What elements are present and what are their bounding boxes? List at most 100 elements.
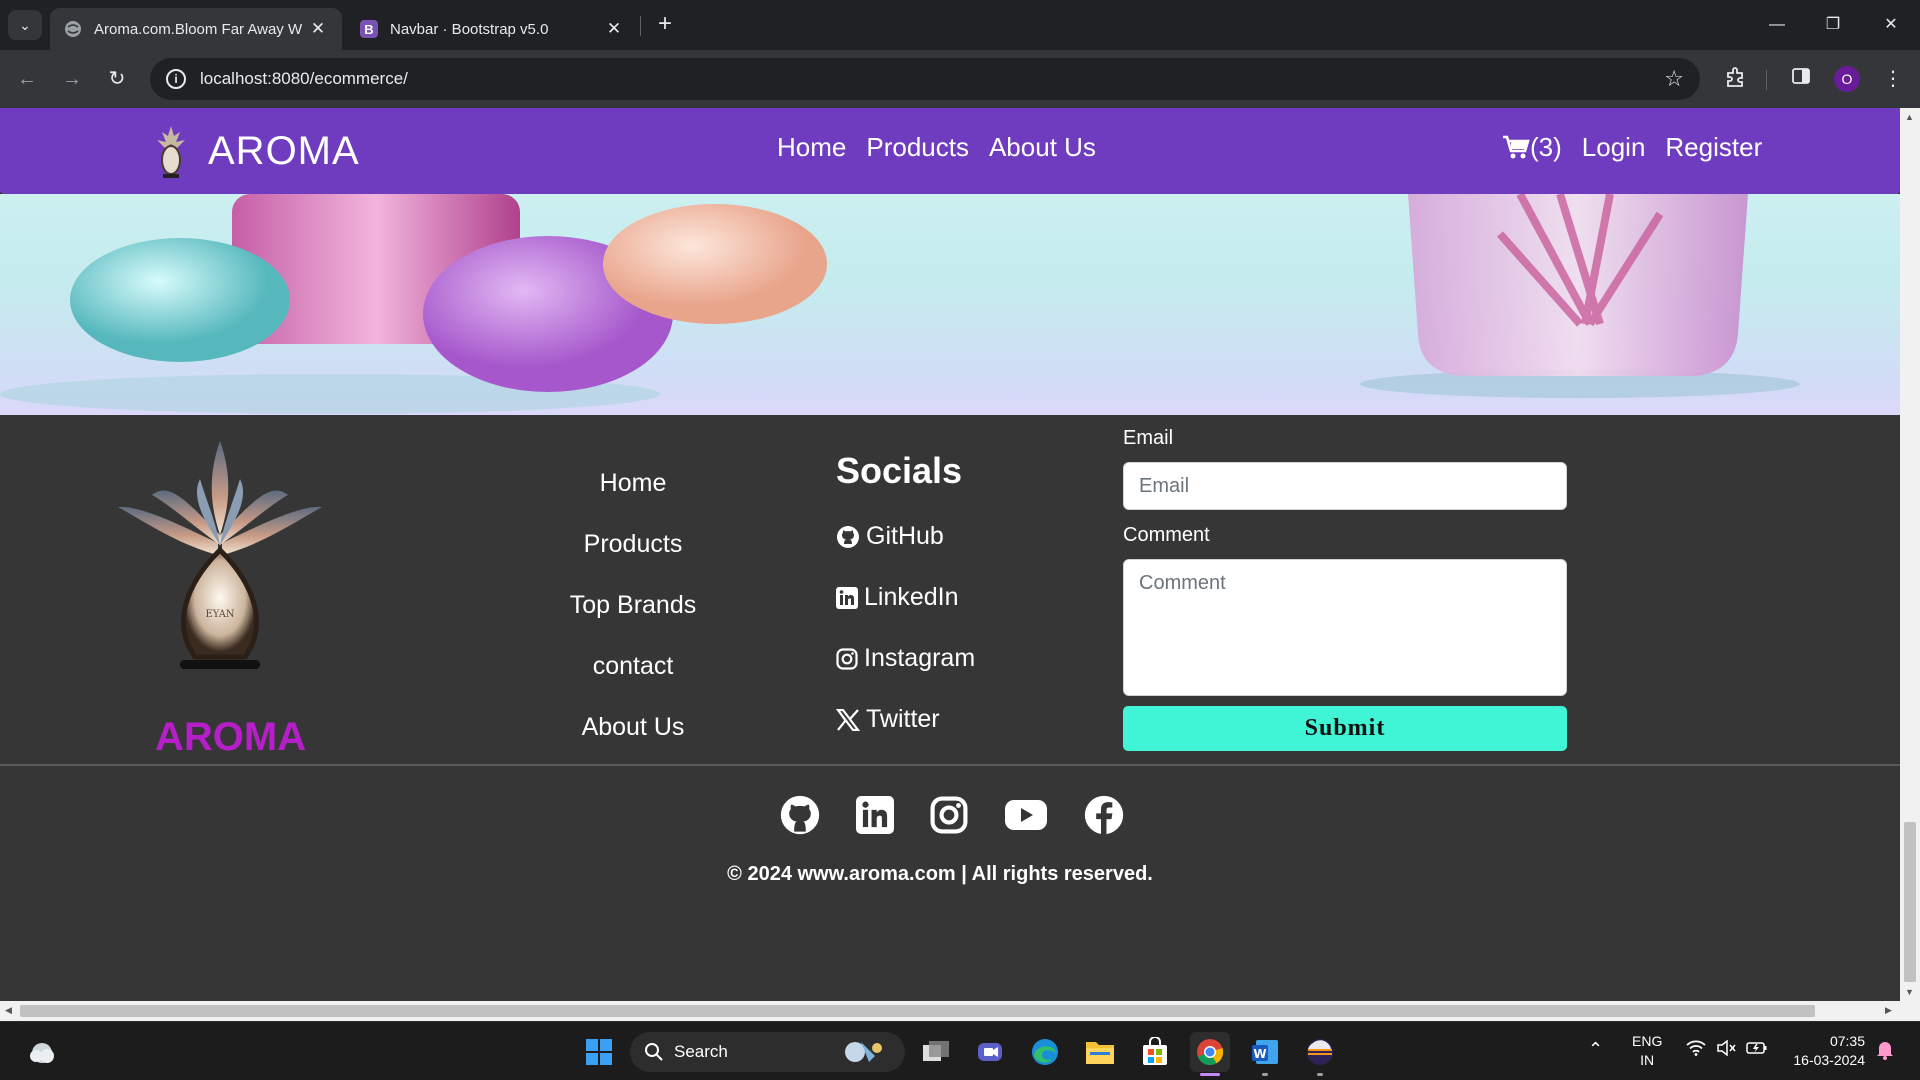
- url-text[interactable]: localhost:8080/ecommerce/: [200, 69, 1664, 89]
- github-icon: [837, 525, 859, 548]
- bookmark-star-icon[interactable]: ☆: [1664, 66, 1684, 92]
- close-tab-icon[interactable]: ✕: [604, 19, 624, 39]
- comment-label: Comment: [1123, 524, 1210, 546]
- chrome-browser-icon[interactable]: [1190, 1032, 1230, 1076]
- wifi-icon[interactable]: [1686, 1040, 1706, 1061]
- new-tab-button[interactable]: +: [650, 10, 680, 40]
- file-explorer-icon[interactable]: [1080, 1032, 1120, 1072]
- side-panel-icon[interactable]: [1788, 66, 1814, 92]
- edge-browser-icon[interactable]: [1025, 1032, 1065, 1072]
- social-link-github[interactable]: GitHub: [836, 506, 975, 567]
- site-footer: EYAN AROMA Home Products Top Brands cont…: [0, 415, 1900, 1001]
- submit-button[interactable]: Submit: [1123, 706, 1567, 751]
- back-button[interactable]: ←: [10, 62, 44, 96]
- facebook-icon[interactable]: [1084, 795, 1124, 840]
- word-icon[interactable]: W: [1245, 1032, 1285, 1076]
- tab-bootstrap-navbar[interactable]: B Navbar · Bootstrap v5.0 ✕: [346, 8, 638, 50]
- system-clock[interactable]: 07:35 16-03-2024: [1785, 1032, 1865, 1070]
- github-icon[interactable]: [780, 795, 820, 840]
- close-tab-icon[interactable]: ✕: [308, 19, 328, 39]
- nav-link-login[interactable]: Login: [1582, 132, 1646, 163]
- notification-bell-icon[interactable]: [1876, 1040, 1894, 1065]
- nav-link-register[interactable]: Register: [1665, 132, 1762, 163]
- toolbar-separator: [1766, 70, 1767, 90]
- address-bar[interactable]: i localhost:8080/ecommerce/ ☆: [150, 58, 1700, 100]
- tab-search-button[interactable]: ⌄: [8, 10, 42, 40]
- nav-link-home[interactable]: Home: [777, 132, 846, 163]
- cart-icon: [1503, 135, 1530, 158]
- region-code: IN: [1640, 1052, 1655, 1068]
- cart-link[interactable]: (3): [1502, 132, 1562, 163]
- tab-separator: [640, 16, 641, 36]
- horizontal-scrollbar[interactable]: ◀ ▶: [0, 1001, 1920, 1021]
- menu-kebab-icon[interactable]: ⋮: [1880, 66, 1906, 92]
- task-view-icon[interactable]: [916, 1032, 956, 1072]
- footer-brand-name: AROMA: [155, 715, 307, 759]
- footer-link-contact[interactable]: contact: [593, 648, 674, 709]
- browser-tab-bar: ⌄ Aroma.com.Bloom Far Away W ✕ B Navbar …: [0, 0, 1920, 50]
- open-app-indicator: [1317, 1073, 1323, 1076]
- microsoft-store-icon[interactable]: [1135, 1032, 1175, 1072]
- scroll-down-arrow-icon[interactable]: ▼: [1905, 987, 1914, 997]
- youtube-icon[interactable]: [1004, 798, 1048, 837]
- navbar-main-links: Home Products About Us: [777, 132, 1096, 163]
- linkedin-icon[interactable]: [856, 796, 894, 839]
- email-field[interactable]: Email: [1123, 462, 1567, 510]
- bootstrap-icon: B: [360, 20, 378, 38]
- teams-chat-icon[interactable]: [970, 1032, 1010, 1072]
- taskbar-search[interactable]: Search: [630, 1032, 905, 1072]
- vertical-scrollbar[interactable]: ▲ ▼: [1900, 108, 1920, 1001]
- aroma-logo-icon: [157, 126, 185, 178]
- linkedin-icon: [836, 586, 858, 609]
- comment-field[interactable]: Comment: [1123, 559, 1567, 696]
- minimize-button[interactable]: —: [1752, 8, 1802, 42]
- scrollbar-thumb[interactable]: [20, 1005, 1815, 1017]
- social-link-twitter[interactable]: Twitter: [836, 689, 975, 750]
- email-label: Email: [1123, 427, 1174, 449]
- scrollbar-thumb[interactable]: [1904, 822, 1916, 982]
- language-code: ENG: [1632, 1033, 1663, 1049]
- close-window-button[interactable]: ✕: [1866, 8, 1916, 42]
- navbar-account-links: (3) Login Register: [1502, 132, 1762, 163]
- site-info-icon[interactable]: i: [166, 69, 186, 89]
- cosmetics-illustration: [0, 194, 1800, 414]
- scroll-left-arrow-icon[interactable]: ◀: [5, 1005, 12, 1016]
- scroll-up-arrow-icon[interactable]: ▲: [1905, 112, 1914, 122]
- contact-form: Email Email Comment Comment Submit: [1123, 427, 1567, 751]
- windows-taskbar: Search W ⌃ ENG IN 07:35 16-03-2024: [0, 1021, 1920, 1080]
- footer-social-icons: [780, 795, 1124, 840]
- cart-count: (3): [1530, 132, 1562, 162]
- footer-link-home[interactable]: Home: [600, 465, 667, 526]
- navbar-brand-name: AROMA: [208, 128, 360, 173]
- social-link-instagram[interactable]: Instagram: [836, 628, 975, 689]
- eclipse-ide-icon[interactable]: [1300, 1032, 1340, 1076]
- scroll-right-arrow-icon[interactable]: ▶: [1885, 1005, 1892, 1016]
- windows-start-icon[interactable]: [579, 1032, 619, 1072]
- show-hidden-icons-chevron-up-icon[interactable]: ⌃: [1588, 1040, 1603, 1059]
- browser-toolbar: ← → ↻ i localhost:8080/ecommerce/ ☆ ⋮: [0, 50, 1920, 108]
- instagram-icon[interactable]: [930, 796, 968, 839]
- weather-widget-icon[interactable]: [22, 1032, 62, 1072]
- language-indicator[interactable]: ENG IN: [1632, 1032, 1662, 1070]
- reload-button[interactable]: ↻: [100, 62, 134, 96]
- battery-charging-icon[interactable]: [1746, 1040, 1768, 1061]
- svg-text:W: W: [1253, 1047, 1266, 1061]
- forward-button[interactable]: →: [55, 62, 89, 96]
- active-app-indicator: [1200, 1073, 1220, 1076]
- volume-muted-icon[interactable]: [1716, 1039, 1736, 1061]
- hero-banner-image: [0, 194, 1900, 416]
- clock-time: 07:35: [1829, 1033, 1865, 1049]
- extensions-icon[interactable]: [1723, 66, 1749, 92]
- footer-link-products[interactable]: Products: [584, 526, 683, 587]
- social-label: GitHub: [866, 522, 944, 550]
- globe-icon: [64, 20, 82, 38]
- nav-link-products[interactable]: Products: [866, 132, 969, 163]
- restore-button[interactable]: ❐: [1808, 8, 1858, 42]
- nav-link-about-us[interactable]: About Us: [989, 132, 1096, 163]
- footer-link-about-us[interactable]: About Us: [582, 709, 685, 770]
- social-link-linkedin[interactable]: LinkedIn: [836, 567, 975, 628]
- tab-aroma[interactable]: Aroma.com.Bloom Far Away W ✕: [50, 8, 342, 50]
- profile-avatar[interactable]: O: [1834, 66, 1860, 92]
- footer-link-top-brands[interactable]: Top Brands: [570, 587, 696, 648]
- navbar-brand[interactable]: AROMA: [148, 122, 360, 180]
